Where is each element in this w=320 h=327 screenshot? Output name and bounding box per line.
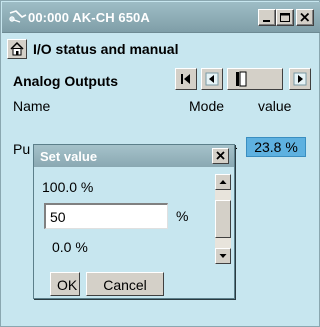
unit-label: % — [176, 208, 189, 224]
output-name[interactable]: Pu — [13, 141, 30, 157]
minimize-icon — [263, 20, 270, 22]
scroll-up-icon — [219, 180, 227, 184]
column-header-name: Name — [13, 98, 51, 114]
prev-page-icon — [205, 72, 219, 86]
maximize-icon — [280, 13, 290, 22]
slider-down-button[interactable] — [215, 248, 231, 264]
main-window: 00:000 AK-CH 650A I/O status and manual … — [0, 0, 320, 327]
close-button[interactable] — [296, 9, 314, 26]
maximize-button[interactable] — [276, 9, 294, 26]
set-value-dialog: Set value 100.0 % % 0.0 % — [33, 144, 235, 299]
column-header-value: value — [258, 98, 292, 114]
min-value-label: 0.0 % — [52, 239, 88, 255]
nav-first-button[interactable] — [175, 68, 197, 90]
title-bar[interactable]: 00:000 AK-CH 650A — [2, 2, 320, 33]
page-position-icon — [236, 71, 247, 87]
dialog-close-button[interactable] — [212, 148, 229, 164]
window-title: 00:000 AK-CH 650A — [28, 10, 150, 25]
cancel-button[interactable]: Cancel — [86, 272, 164, 296]
section-title: Analog Outputs — [13, 73, 118, 89]
minimize-button[interactable] — [258, 9, 276, 26]
dialog-title: Set value — [40, 149, 98, 164]
scroll-down-icon — [219, 254, 227, 258]
close-icon — [216, 151, 225, 160]
nav-next-button[interactable] — [289, 68, 311, 90]
column-header-mode: Mode — [189, 98, 225, 114]
slider-thumb[interactable] — [215, 200, 231, 238]
value-input[interactable] — [44, 203, 168, 229]
max-value-label: 100.0 % — [42, 179, 94, 195]
nav-position-slider[interactable] — [227, 68, 283, 90]
close-icon — [300, 12, 310, 22]
app-icon — [8, 9, 28, 25]
ok-button[interactable]: OK — [50, 272, 80, 296]
next-page-icon — [293, 72, 307, 86]
first-page-icon — [181, 74, 190, 84]
dialog-title-bar[interactable]: Set value — [34, 145, 234, 167]
nav-prev-button[interactable] — [201, 68, 223, 90]
slider-up-button[interactable] — [215, 174, 231, 190]
home-icon — [10, 41, 24, 56]
value-slider[interactable] — [215, 174, 231, 264]
home-button[interactable] — [7, 39, 27, 59]
page-title: I/O status and manual — [33, 41, 179, 57]
output-value[interactable]: 23.8 % — [246, 137, 306, 157]
